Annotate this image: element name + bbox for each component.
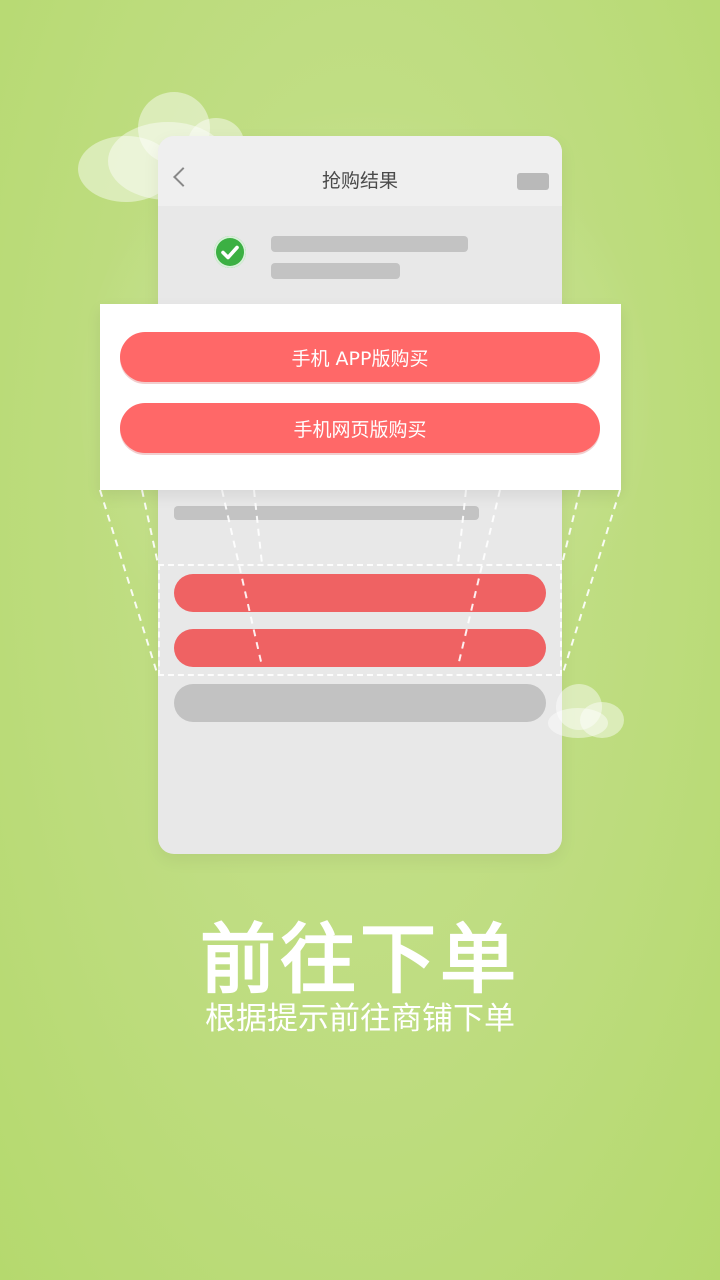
web-buy-button[interactable]: 手机网页版购买 <box>120 403 600 453</box>
purchase-options-card: 手机 APP版购买 手机网页版购买 <box>100 304 621 490</box>
zoom-guide-lines <box>99 489 621 677</box>
app-buy-button[interactable]: 手机 APP版购买 <box>120 332 600 382</box>
headline: 前往下单 <box>200 915 520 1004</box>
subheadline: 根据提示前往商铺下单 <box>205 1001 515 1037</box>
